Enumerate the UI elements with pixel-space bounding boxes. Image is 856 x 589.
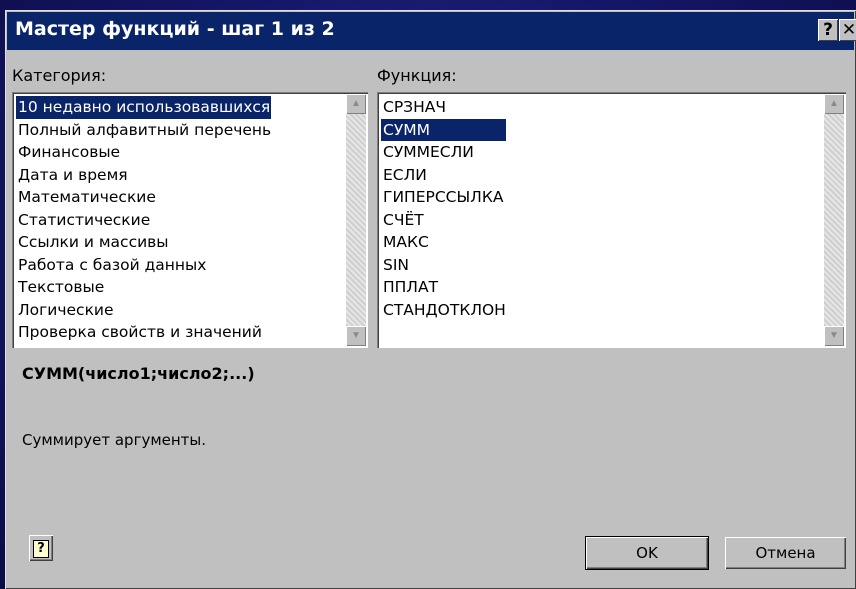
function-list-item[interactable]: СТАНДОТКЛОН (381, 299, 506, 322)
category-list-item[interactable]: Работа с базой данных (16, 254, 271, 277)
title-help-button[interactable]: ? (818, 19, 838, 41)
scroll-up-icon[interactable]: ▲ (824, 94, 844, 114)
category-list-item[interactable]: Полный алфавитный перечень (16, 119, 271, 142)
ok-button[interactable]: OK (586, 537, 708, 569)
function-list-item[interactable]: ППЛАТ (381, 276, 506, 299)
function-list-item[interactable]: МАКС (381, 231, 506, 254)
scroll-up-icon[interactable]: ▲ (346, 94, 366, 114)
function-list-item[interactable]: ГИПЕРССЫЛКА (381, 186, 506, 209)
help-icon: ? (33, 540, 49, 558)
category-items: 10 недавно использовавшихся Полный алфави… (16, 96, 272, 344)
category-list-item[interactable]: Ссылки и массивы (16, 231, 271, 254)
category-list-item[interactable]: Текстовые (16, 276, 271, 299)
function-description: Суммирует аргументы. (22, 431, 207, 449)
category-list-item[interactable]: Дата и время (16, 164, 271, 187)
function-listbox[interactable]: СРЗНАЧ СУММ СУММЕСЛИ ЕСЛИ ГИПЕРССЫЛКА СЧЁТ МАК… (377, 92, 846, 348)
close-icon: ✕ (841, 20, 856, 40)
category-label: Категория: (12, 66, 107, 85)
title-bar: Мастер функций - шаг 1 из 2 ? ✕ (7, 12, 856, 50)
function-wizard-dialog: Мастер функций - шаг 1 из 2 ? ✕ Категори… (5, 10, 856, 589)
function-label: Функция: (377, 66, 457, 85)
category-list-item[interactable]: Математические (16, 186, 271, 209)
category-scrollbar[interactable]: ▲ ▼ (346, 94, 366, 346)
category-list-item[interactable]: 10 недавно использовавшихся (16, 96, 272, 119)
function-list-item[interactable]: СУММЕСЛИ (381, 141, 506, 164)
function-scrollbar[interactable]: ▲ ▼ (824, 94, 844, 346)
function-list-item[interactable]: ЕСЛИ (381, 164, 506, 187)
function-list-item[interactable]: СЧЁТ (381, 209, 506, 232)
category-listbox[interactable]: 10 недавно использовавшихся Полный алфави… (12, 92, 368, 348)
category-list-item[interactable]: Проверка свойств и значений (16, 321, 271, 344)
category-list-item[interactable]: Финансовые (16, 141, 271, 164)
function-syntax: СУММ(число1;число2;...) (22, 364, 255, 383)
function-list-item[interactable]: СРЗНАЧ (381, 96, 506, 119)
category-list-item[interactable]: Логические (16, 299, 271, 322)
cancel-button[interactable]: Отмена (725, 537, 846, 569)
title-close-button[interactable]: ✕ (839, 19, 856, 41)
category-list-item[interactable]: Статистические (16, 209, 271, 232)
function-list-item[interactable]: SIN (381, 254, 506, 277)
scroll-down-icon[interactable]: ▼ (824, 326, 844, 346)
question-icon: ? (823, 20, 833, 40)
function-list-item[interactable]: СУММ (381, 118, 506, 141)
help-button[interactable]: ? (29, 535, 53, 561)
window-title: Мастер функций - шаг 1 из 2 (15, 18, 335, 40)
scroll-down-icon[interactable]: ▼ (346, 326, 366, 346)
function-items: СРЗНАЧ СУММ СУММЕСЛИ ЕСЛИ ГИПЕРССЫЛКА СЧЁТ МАК… (381, 96, 506, 321)
